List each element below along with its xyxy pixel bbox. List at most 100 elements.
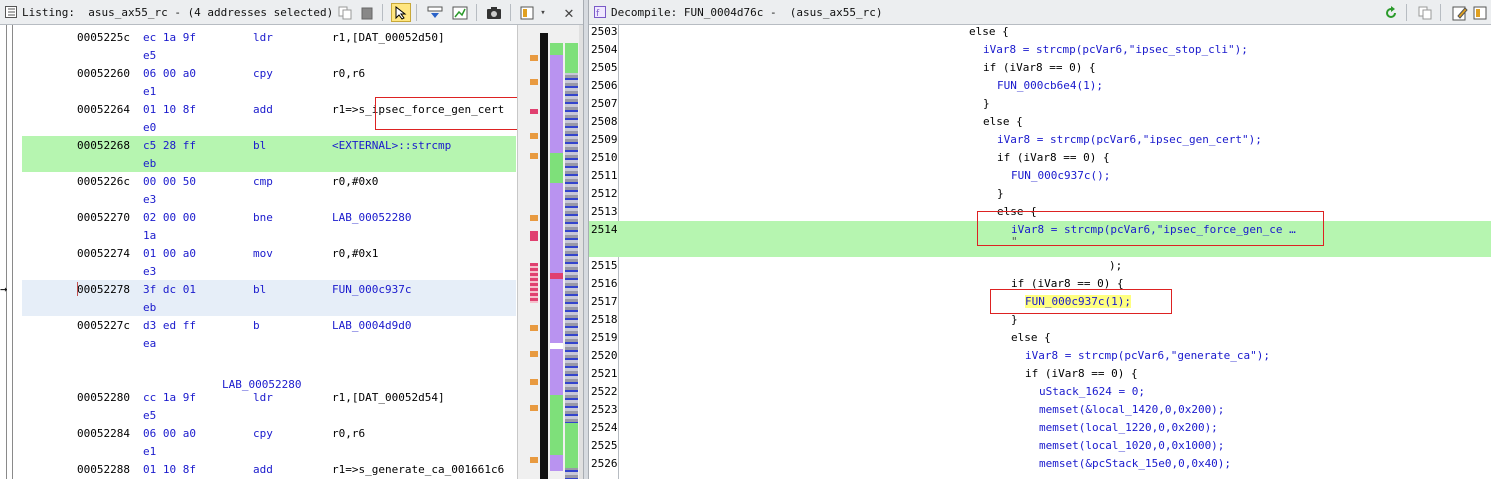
listing-row[interactable]: 00052284 06 00 a0 e1 cpy r0,r6: [22, 424, 516, 460]
code-text[interactable]: if (iVar8 == 0) {: [1025, 367, 1138, 380]
copy-icon[interactable]: [1415, 3, 1435, 22]
bookmark-marker[interactable]: [530, 351, 538, 357]
row-operand[interactable]: LAB_00052280: [332, 211, 411, 224]
row-operand[interactable]: LAB_0004d9d0: [332, 319, 411, 332]
row-operand[interactable]: r0,#0x1: [332, 247, 378, 260]
code-line[interactable]: 2508 else {: [589, 113, 1491, 131]
refresh-icon[interactable]: [1381, 3, 1401, 22]
snapshot-icon[interactable]: [484, 3, 504, 22]
code-line[interactable]: 2519 else {: [589, 329, 1491, 347]
decompile-body[interactable]: 2503 else { 2504 iVar8 = strcmp(pcVar6,"…: [589, 25, 1491, 479]
bookmark-marker[interactable]: [530, 215, 538, 221]
code-line[interactable]: 2524 memset(local_1220,0,0x200);: [589, 419, 1491, 437]
bookmark-marker[interactable]: [530, 379, 538, 385]
listing-body[interactable]: → 0005225c ec 1a 9f e5 ldr r1,[DAT_00052…: [0, 25, 583, 479]
row-operand[interactable]: <EXTERNAL>::strcmp: [332, 139, 451, 152]
code-line[interactable]: 2520 iVar8 = strcmp(pcVar6,"generate_ca"…: [589, 347, 1491, 365]
row-operand[interactable]: r1=>s_generate_ca_001661c6: [332, 463, 504, 476]
bookmark-marker[interactable]: [530, 263, 538, 303]
code-text[interactable]: memset(&pcStack_15e0,0,0x40);: [1039, 457, 1231, 470]
listing-row-cursor[interactable]: 00052278 3f dc 01 eb bl FUN_000c937c: [22, 280, 516, 316]
code-text[interactable]: iVar8 = strcmp(pcVar6,"ipsec_stop_cli");: [983, 43, 1248, 56]
code-text[interactable]: }: [1011, 313, 1018, 326]
paste-icon[interactable]: [357, 3, 377, 22]
edit-signature-icon[interactable]: [1450, 3, 1470, 22]
bookmark-marker[interactable]: [530, 109, 538, 114]
listing-row[interactable]: 00052274 01 00 a0 e3 mov r0,#0x1: [22, 244, 516, 280]
listing-titlebar: Listing: asus_ax55_rc - (4 addresses sel…: [0, 0, 583, 25]
listing-row[interactable]: 00052280 cc 1a 9f e5 ldr r1,[DAT_00052d5…: [22, 388, 516, 424]
code-text[interactable]: else {: [983, 115, 1023, 128]
row-operand[interactable]: FUN_000c937c: [332, 283, 411, 296]
code-line[interactable]: 2522 uStack_1624 = 0;: [589, 383, 1491, 401]
code-text[interactable]: FUN_000c937c();: [1011, 169, 1110, 182]
listing-row[interactable]: 0005225c ec 1a 9f e5 ldr r1,[DAT_00052d5…: [22, 28, 516, 64]
code-line[interactable]: 2506 FUN_000cb6e4(1);: [589, 77, 1491, 95]
row-operand[interactable]: r0,r6: [332, 427, 365, 440]
code-line[interactable]: 2511 FUN_000c937c();: [589, 167, 1491, 185]
code-text[interactable]: );: [1109, 259, 1122, 272]
listing-row[interactable]: 00052270 02 00 00 1a bne LAB_00052280: [22, 208, 516, 244]
listing-row[interactable]: 00052260 06 00 a0 e1 cpy r0,r6: [22, 64, 516, 100]
row-bytes: ec 1a 9f: [143, 31, 196, 44]
row-address: 00052280: [77, 391, 130, 404]
code-text[interactable]: else {: [969, 25, 1009, 38]
code-line[interactable]: 2504 iVar8 = strcmp(pcVar6,"ipsec_stop_c…: [589, 41, 1491, 59]
entropy-bar[interactable]: [540, 33, 548, 479]
graph-flow-icon[interactable]: [450, 3, 470, 22]
row-bytes: 02 00 00: [143, 211, 196, 224]
close-icon[interactable]: ✕: [559, 3, 579, 22]
code-text[interactable]: }: [983, 97, 990, 110]
listing-row[interactable]: 0005227c d3 ed ff ea b LAB_0004d9d0: [22, 316, 516, 352]
toolbar-separator: [476, 4, 477, 21]
overview-bar[interactable]: [550, 43, 563, 471]
code-text[interactable]: else {: [1011, 331, 1051, 344]
row-operand[interactable]: r0,r6: [332, 67, 365, 80]
code-line[interactable]: 2521 if (iVar8 == 0) {: [589, 365, 1491, 383]
overview-sidebar[interactable]: [517, 25, 583, 479]
code-line[interactable]: 2525 memset(local_1020,0,0x1000);: [589, 437, 1491, 455]
code-line[interactable]: 2503 else {: [589, 25, 1491, 41]
line-number: 2509: [591, 133, 618, 146]
code-line[interactable]: 2523 memset(&local_1420,0,0x200);: [589, 401, 1491, 419]
code-text[interactable]: if (iVar8 == 0) {: [983, 61, 1096, 74]
bookmark-marker[interactable]: [530, 55, 538, 61]
row-operand[interactable]: r0,#0x0: [332, 175, 378, 188]
bookmark-marker[interactable]: [530, 133, 538, 139]
code-text[interactable]: if (iVar8 == 0) {: [997, 151, 1110, 164]
bookmark-marker[interactable]: [530, 325, 538, 331]
bookmark-marker[interactable]: [530, 405, 538, 411]
code-text[interactable]: memset(local_1020,0,0x1000);: [1039, 439, 1224, 452]
code-line[interactable]: 2512 }: [589, 185, 1491, 203]
row-operand[interactable]: r1,[DAT_00052d54]: [332, 391, 445, 404]
code-text[interactable]: iVar8 = strcmp(pcVar6,"ipsec_gen_cert");: [997, 133, 1262, 146]
code-text[interactable]: }: [997, 187, 1004, 200]
code-line[interactable]: 2507 }: [589, 95, 1491, 113]
bookmark-marker[interactable]: [530, 79, 538, 85]
line-number: 2520: [591, 349, 618, 362]
copy-icon[interactable]: [335, 3, 355, 22]
row-operand[interactable]: r1,[DAT_00052d50]: [332, 31, 445, 44]
listing-row[interactable]: 00052288 01 10 8f add r1=>s_generate_ca_…: [22, 460, 516, 479]
bookmark-marker[interactable]: [530, 153, 538, 159]
more-options-icon[interactable]: [1472, 3, 1488, 22]
code-line[interactable]: 2505 if (iVar8 == 0) {: [589, 59, 1491, 77]
cursor-select-icon[interactable]: [391, 3, 411, 22]
bookmark-marker[interactable]: [530, 457, 538, 463]
listing-row-selected[interactable]: 00052268 c5 28 ff eb bl <EXTERNAL>::strc…: [22, 136, 516, 172]
field-layout-icon[interactable]: [425, 3, 445, 22]
code-text[interactable]: uStack_1624 = 0;: [1039, 385, 1145, 398]
bookmark-marker[interactable]: [530, 231, 538, 241]
code-text[interactable]: iVar8 = strcmp(pcVar6,"generate_ca");: [1025, 349, 1270, 362]
code-text[interactable]: memset(&local_1420,0,0x200);: [1039, 403, 1224, 416]
overview-stripe-bar[interactable]: [565, 43, 578, 479]
chevron-down-icon[interactable]: ▾: [537, 3, 549, 22]
code-line[interactable]: 2510 if (iVar8 == 0) {: [589, 149, 1491, 167]
code-line[interactable]: 2515 );: [589, 257, 1491, 275]
listing-row[interactable]: 0005226c 00 00 50 e3 cmp r0,#0x0: [22, 172, 516, 208]
code-line[interactable]: 2526 memset(&pcStack_15e0,0,0x40);: [589, 455, 1491, 473]
code-text[interactable]: FUN_000cb6e4(1);: [997, 79, 1103, 92]
code-line[interactable]: 2509 iVar8 = strcmp(pcVar6,"ipsec_gen_ce…: [589, 131, 1491, 149]
options-icon[interactable]: [517, 3, 537, 22]
code-text[interactable]: memset(local_1220,0,0x200);: [1039, 421, 1218, 434]
